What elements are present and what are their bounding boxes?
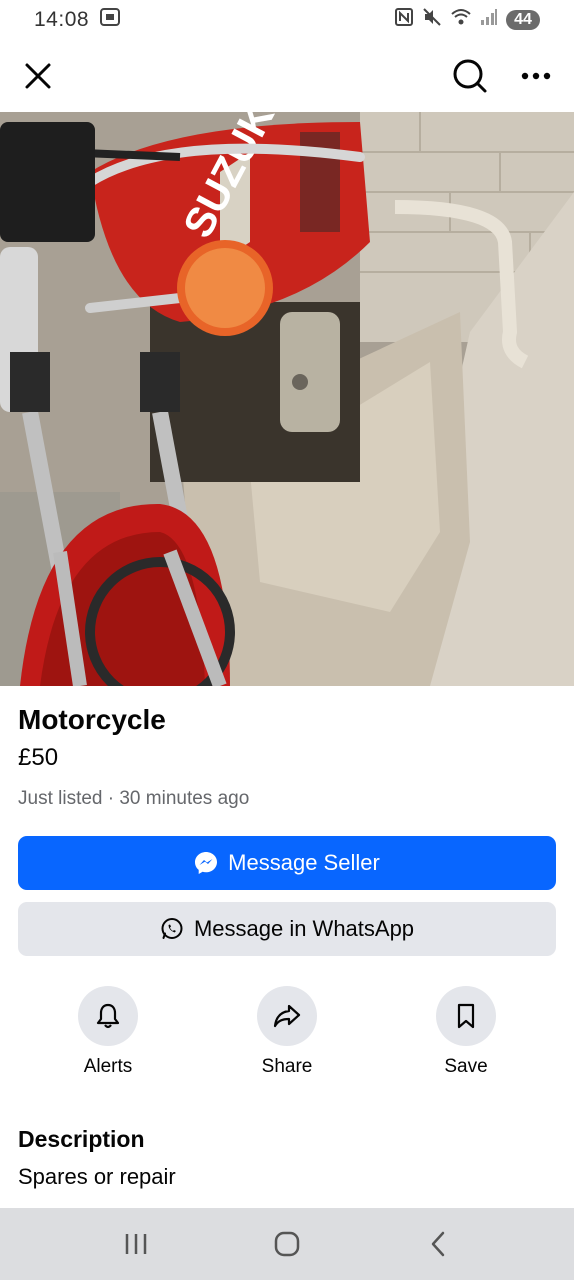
share-label: Share — [261, 1056, 313, 1077]
bell-icon — [96, 1003, 120, 1029]
messenger-icon — [195, 852, 218, 874]
screenshot-icon — [99, 7, 121, 33]
more-options-button[interactable] — [516, 56, 556, 96]
home-icon — [274, 1231, 300, 1257]
share-arrow-icon — [273, 1004, 301, 1028]
alerts-label: Alerts — [83, 1056, 133, 1077]
save-action[interactable]: Save — [406, 986, 526, 1078]
search-icon — [453, 59, 487, 93]
signal-icon — [480, 8, 498, 32]
listing-price: £50 — [18, 744, 59, 771]
back-chevron-icon — [432, 1231, 445, 1257]
share-button[interactable] — [257, 986, 317, 1046]
message-seller-button[interactable]: Message Seller — [18, 836, 556, 890]
description-heading: Description — [18, 1126, 145, 1152]
search-button[interactable] — [450, 56, 490, 96]
status-bar: 14:08 44 — [0, 0, 574, 40]
battery-indicator: 44 — [506, 10, 540, 30]
back-button[interactable] — [408, 1214, 468, 1274]
message-whatsapp-button[interactable]: Message in WhatsApp — [18, 902, 556, 956]
app-header — [0, 40, 574, 112]
recent-apps-icon — [125, 1234, 146, 1254]
save-button[interactable] — [436, 986, 496, 1046]
close-button[interactable] — [18, 56, 58, 96]
whatsapp-icon — [161, 918, 183, 939]
alerts-action[interactable]: Alerts — [48, 986, 168, 1078]
nfc-icon — [394, 7, 414, 33]
message-whatsapp-label: Message in WhatsApp — [193, 916, 415, 941]
close-icon — [25, 63, 51, 89]
motorcycle-image: SUZUKI — [0, 112, 574, 686]
wifi-icon — [450, 7, 472, 33]
recent-apps-button[interactable] — [106, 1214, 166, 1274]
home-button[interactable] — [257, 1214, 317, 1274]
bookmark-icon — [457, 1003, 475, 1029]
listing-meta: Just listed · 30 minutes ago — [18, 788, 250, 809]
description-text: Spares or repair — [18, 1164, 176, 1189]
more-horizontal-icon — [521, 72, 551, 80]
action-row: Alerts Share Save — [0, 986, 574, 1086]
status-time: 14:08 — [34, 8, 90, 31]
listing-photo[interactable]: SUZUKI — [0, 112, 574, 686]
screen: 14:08 44 SUZUKI Motorcycle £50 Just list… — [0, 0, 574, 1280]
mute-icon — [422, 7, 442, 33]
alerts-button[interactable] — [78, 986, 138, 1046]
share-action[interactable]: Share — [227, 986, 347, 1078]
listing-title: Motorcycle — [18, 704, 166, 735]
save-label: Save — [444, 1056, 488, 1077]
message-seller-label: Message Seller — [228, 850, 380, 875]
system-nav-bar — [0, 1208, 574, 1280]
